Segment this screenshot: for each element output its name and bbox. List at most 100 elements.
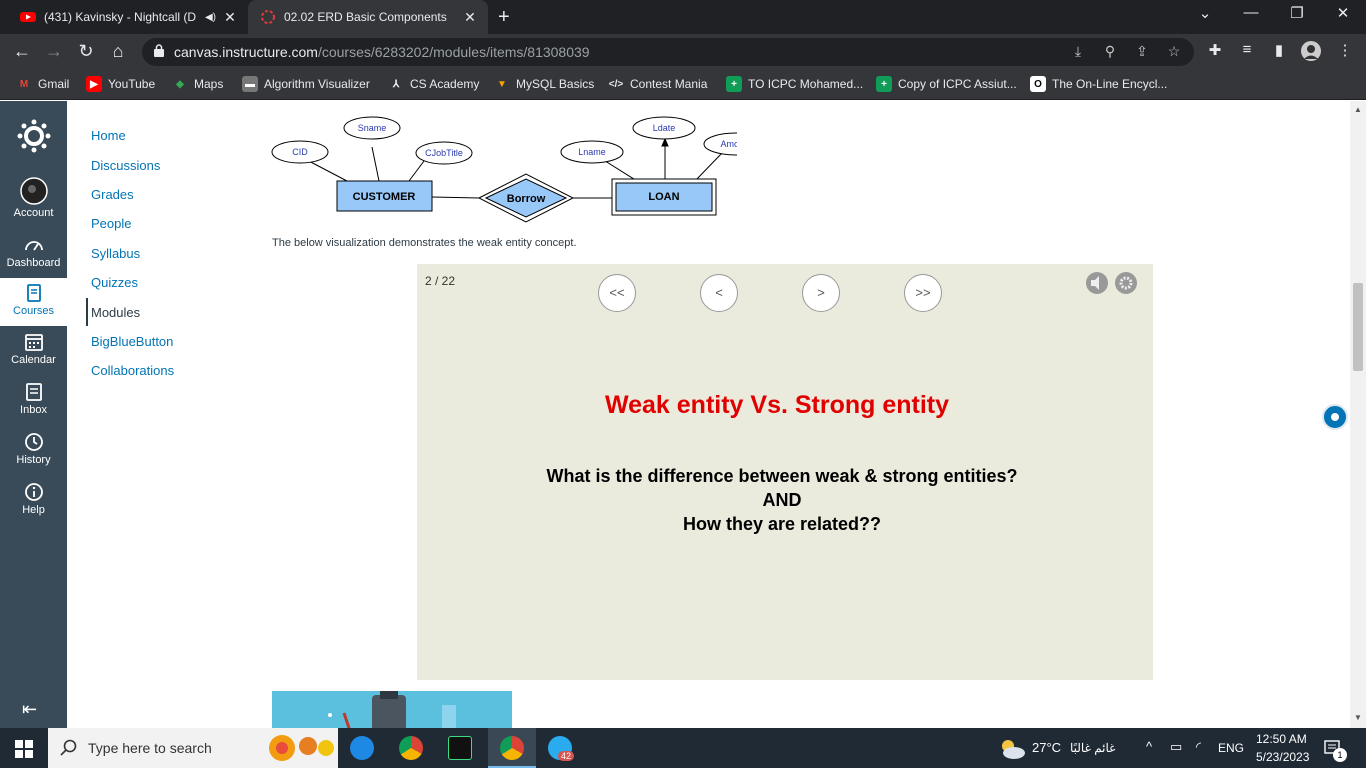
bookmark-algorithm-visualizer[interactable]: ▬ Algorithm Visualizer xyxy=(242,76,370,92)
install-app-icon[interactable]: ⤓ xyxy=(1068,43,1088,60)
bookmark-youtube[interactable]: ▶ YouTube xyxy=(86,76,155,92)
last-slide-button[interactable]: >> xyxy=(904,274,942,312)
edge-browser-icon[interactable] xyxy=(350,736,374,760)
course-nav-people[interactable]: People xyxy=(91,216,131,231)
nav-account[interactable]: Account xyxy=(0,177,67,219)
course-nav-syllabus[interactable]: Syllabus xyxy=(91,246,140,261)
notification-count-badge: 1 xyxy=(1333,748,1347,762)
home-icon[interactable]: ⌂ xyxy=(106,41,130,62)
share-icon[interactable]: ⇪ xyxy=(1132,43,1152,60)
maps-icon: ◆ xyxy=(176,78,184,90)
audio-playing-icon[interactable]: ◀) xyxy=(205,12,216,23)
erd-link xyxy=(408,160,425,182)
telegram-badge: 42 xyxy=(558,751,575,761)
windows-start-icon[interactable] xyxy=(15,740,33,758)
bookmark-to-icpc[interactable]: + TO ICPC Mohamed... xyxy=(726,76,863,92)
chrome-menu-icon[interactable]: ⋮ xyxy=(1334,41,1356,59)
language-indicator[interactable]: ENG xyxy=(1218,741,1244,755)
sound-toggle-icon[interactable] xyxy=(1086,272,1108,294)
chrome-profile-icon xyxy=(500,736,524,760)
clock-time[interactable]: 12:50 AM xyxy=(1256,732,1307,746)
scrollbar-thumb[interactable] xyxy=(1353,283,1363,371)
canvas-logo[interactable] xyxy=(0,119,67,155)
course-nav-modules[interactable]: Modules xyxy=(91,305,140,320)
bookmark-maps[interactable]: ◆ Maps xyxy=(172,76,223,92)
media-control-icon[interactable]: ≡ xyxy=(1236,41,1258,58)
forward-arrow-icon[interactable]: → xyxy=(42,41,66,62)
weather-temp[interactable]: 27°C xyxy=(1032,740,1061,755)
chrome-icon[interactable] xyxy=(399,736,423,760)
battery-icon[interactable]: ▭ xyxy=(1170,739,1182,755)
taskbar-search-box[interactable]: Type here to search xyxy=(48,728,338,768)
new-tab-button[interactable]: + xyxy=(498,6,510,29)
tab-close-icon[interactable]: ✕ xyxy=(460,9,480,26)
bookmark-oeis[interactable]: O The On-Line Encycl... xyxy=(1030,76,1167,92)
dashboard-gauge-icon xyxy=(24,241,43,251)
nav-label: Inbox xyxy=(20,404,47,416)
clock-date[interactable]: 5/23/2023 xyxy=(1256,750,1309,764)
code-icon: </> xyxy=(608,78,624,90)
extensions-icon[interactable]: ✚ xyxy=(1204,41,1226,59)
chat-help-button[interactable] xyxy=(1322,404,1348,430)
courses-book-icon xyxy=(26,284,41,302)
previous-slide-button[interactable]: < xyxy=(700,274,738,312)
course-nav-grades[interactable]: Grades xyxy=(91,187,134,202)
settings-gear-icon[interactable] xyxy=(1115,272,1137,294)
tab-search-chevron-icon[interactable]: ⌄ xyxy=(1190,4,1220,22)
slide-counter: 2 / 22 xyxy=(425,274,456,288)
back-arrow-icon[interactable]: ← xyxy=(10,41,34,62)
slide-text-line: How they are related?? xyxy=(682,514,882,534)
scroll-up-icon[interactable]: ▲ xyxy=(1354,105,1362,114)
minimize-button[interactable]: — xyxy=(1236,4,1266,21)
first-slide-button[interactable]: << xyxy=(598,274,636,312)
tray-overflow-chevron-icon[interactable]: ^ xyxy=(1146,739,1152,754)
course-nav-home[interactable]: Home xyxy=(91,128,126,143)
zoom-icon[interactable]: ⚲ xyxy=(1100,43,1120,60)
restore-button[interactable]: ❐ xyxy=(1282,4,1312,22)
oeis-icon: O xyxy=(1030,76,1046,92)
bookmark-star-icon[interactable]: ☆ xyxy=(1164,43,1184,60)
course-nav-quizzes[interactable]: Quizzes xyxy=(91,275,138,290)
side-panel-icon[interactable]: ▮ xyxy=(1268,41,1290,59)
scroll-down-icon[interactable]: ▼ xyxy=(1354,713,1362,722)
bookmark-copy-of-icpc[interactable]: + Copy of ICPC Assiut... xyxy=(876,76,1017,92)
taskbar-active-app[interactable] xyxy=(488,728,536,768)
tab-youtube[interactable]: (431) Kavinsky - Nightcall (D ◀) ✕ xyxy=(8,0,248,34)
reload-icon[interactable]: ↻ xyxy=(74,41,98,62)
erd-attr-text: Amount xyxy=(720,139,737,149)
sheets-icon: + xyxy=(876,76,892,92)
bookmark-cs-academy[interactable]: ⅄ CS Academy xyxy=(388,76,479,92)
course-nav: Home Discussions Grades People Syllabus … xyxy=(67,101,257,728)
bookmark-gmail[interactable]: M Gmail xyxy=(16,76,70,92)
bookmark-contest-mania[interactable]: </> Contest Mania xyxy=(608,76,708,92)
address-bar[interactable]: canvas.instructure.com/courses/6283202/m… xyxy=(142,38,1194,66)
nav-dashboard[interactable]: Dashboard xyxy=(0,235,67,269)
wifi-icon[interactable]: ◜ xyxy=(1196,739,1201,755)
page-scrollbar[interactable]: ▲ ▼ xyxy=(1350,101,1366,728)
erd-link xyxy=(371,146,380,182)
slide-text-line: What is the difference between weak & st… xyxy=(546,466,1018,486)
nav-inbox[interactable]: Inbox xyxy=(0,382,67,416)
collapse-nav-icon[interactable]: ⇤ xyxy=(22,699,37,720)
erd-link xyxy=(601,158,638,182)
nav-history[interactable]: History xyxy=(0,432,67,466)
nav-label: Calendar xyxy=(11,354,56,366)
nav-calendar[interactable]: Calendar xyxy=(0,332,67,366)
bookmark-mysql-basics[interactable]: ▼ MySQL Basics xyxy=(494,76,594,92)
weather-cloud-icon[interactable] xyxy=(998,738,1026,760)
clion-icon[interactable] xyxy=(448,736,472,760)
tab-erd-basic-components[interactable]: 02.02 ERD Basic Components ✕ xyxy=(248,0,488,34)
erd-relationship-text: Borrow xyxy=(507,193,546,205)
tab-close-icon[interactable]: ✕ xyxy=(220,9,240,26)
close-window-button[interactable]: ✕ xyxy=(1328,4,1358,22)
history-clock-icon xyxy=(24,433,43,451)
weather-description[interactable]: غائم غالبًا xyxy=(1070,741,1115,755)
profile-avatar[interactable] xyxy=(1300,40,1322,66)
next-slide-button[interactable]: > xyxy=(802,274,840,312)
nav-help[interactable]: Help xyxy=(0,482,67,516)
course-nav-bigbluebutton[interactable]: BigBlueButton xyxy=(91,334,173,349)
course-nav-collaborations[interactable]: Collaborations xyxy=(91,363,174,378)
nav-courses[interactable]: Courses xyxy=(0,278,67,326)
erd-link xyxy=(431,196,480,199)
course-nav-discussions[interactable]: Discussions xyxy=(91,158,160,173)
